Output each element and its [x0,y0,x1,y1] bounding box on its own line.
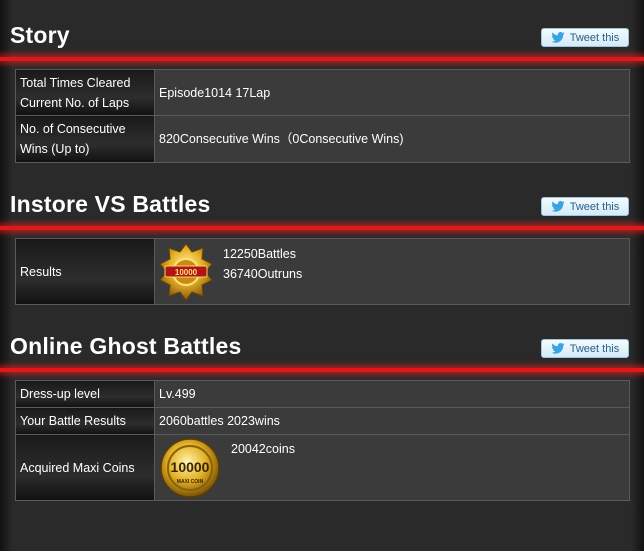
online-title: Online Ghost Battles [10,333,242,359]
medal-icon: 10000 [159,242,213,301]
battles-count: 12250Battles [223,246,296,261]
medal-text: 10000 [175,268,198,277]
coin-number: 10000 [171,459,210,475]
story-tweet-button[interactable]: Tweet this [541,28,629,47]
outruns-count: 36740Outruns [223,266,303,281]
story-title: Story [10,22,70,48]
story-section: Story Tweet this [0,18,644,54]
story-row-value: 820Consecutive Wins（0Consecutive Wins) [154,115,630,163]
table-row: Results 10000 12250Battles 36740Outruns [15,238,630,305]
instore-section: Instore VS Battles Tweet this [0,187,644,223]
coins-label: Acquired Maxi Coins [15,434,155,501]
story-row-label: No. of Consecutive Wins (Up to) [15,115,155,163]
instore-tweet-button[interactable]: Tweet this [541,197,629,216]
online-row-label: Dress-up level [15,380,155,408]
tweet-label: Tweet this [569,31,620,44]
table-row: Dress-up level Lv.499 [15,380,630,408]
coins-value: 20042coins [231,441,295,456]
online-section: Online Ghost Battles Tweet this [0,329,644,365]
coin-text: MAXI COIN [177,479,204,485]
tweet-label: Tweet this [569,200,620,213]
twitter-bird-icon [551,343,565,354]
table-row: Acquired Maxi Coins 10000 MAXI COIN 2004… [15,434,630,501]
online-row-label: Your Battle Results [15,407,155,435]
twitter-bird-icon [551,201,565,212]
page: Story Tweet this Total Times Cleared Cur… [0,0,644,551]
online-row-value: 2060battles 2023wins [154,407,630,435]
story-row-value: Episode1014 17Lap [154,69,630,116]
story-divider [0,57,644,61]
tweet-label: Tweet this [569,342,620,355]
instore-table: Results 10000 12250Battles 36740Outruns [15,238,630,305]
online-divider [0,368,644,372]
online-tweet-button[interactable]: Tweet this [541,339,629,358]
table-row: No. of Consecutive Wins (Up to) 820Conse… [15,115,630,163]
online-table: Dress-up level Lv.499 Your Battle Result… [15,380,630,501]
table-row: Your Battle Results 2060battles 2023wins [15,407,630,435]
story-row-label: Total Times Cleared Current No. of Laps [15,69,155,116]
story-table: Total Times Cleared Current No. of Laps … [15,69,630,163]
instore-divider [0,226,644,230]
twitter-bird-icon [551,32,565,43]
maxi-coin-icon: 10000 MAXI COIN [160,437,220,498]
online-row-value: Lv.499 [154,380,630,408]
instore-title: Instore VS Battles [10,191,211,217]
results-label: Results [15,238,155,305]
table-row: Total Times Cleared Current No. of Laps … [15,69,630,116]
